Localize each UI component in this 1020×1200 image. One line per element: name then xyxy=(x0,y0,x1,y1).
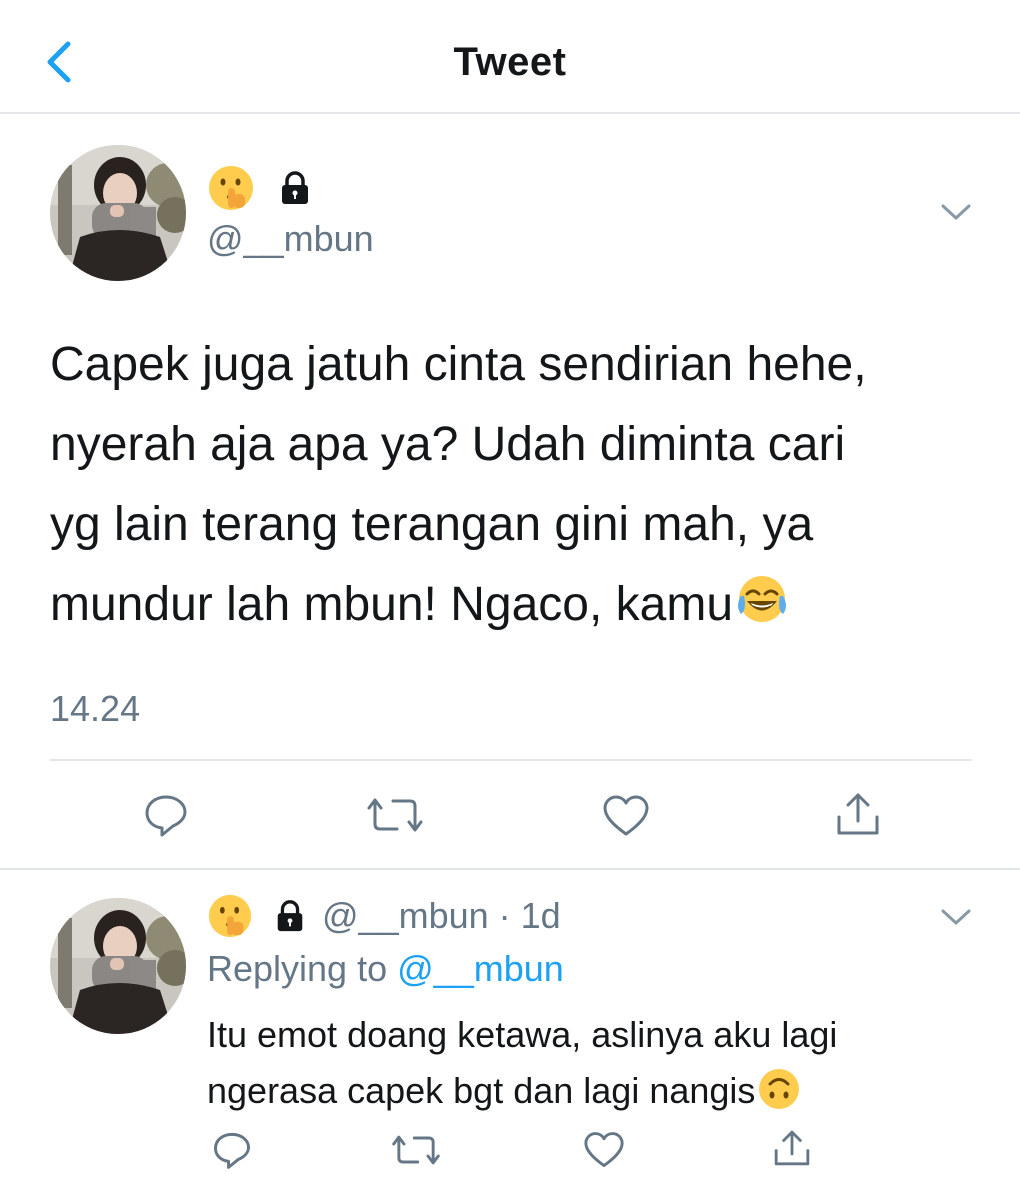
shushing-face-emoji xyxy=(209,166,253,210)
reply-share-button[interactable] xyxy=(772,1128,812,1173)
replying-to: Replying to @__mbun xyxy=(207,948,564,990)
tweet-text-line: Capek juga jatuh cinta sendirian hehe, xyxy=(50,338,867,391)
laughing-crying-face-emoji xyxy=(735,571,789,651)
reply-text-line-last: ngerasa capek bgt dan lagi nangis xyxy=(207,1063,997,1127)
reply-text-line: Itu emot doang ketawa, aslinya aku lagi xyxy=(207,1014,838,1055)
reply-display-name xyxy=(207,893,307,939)
replying-to-label: Replying to xyxy=(207,948,388,989)
reply-button[interactable] xyxy=(143,792,189,843)
reply-icon xyxy=(145,795,187,837)
reply-options-button[interactable] xyxy=(940,905,972,934)
reply-reply-button[interactable] xyxy=(212,1130,252,1175)
retweet-icon xyxy=(367,798,423,832)
tweet-text: Capek juga jatuh cinta sendirian hehe, n… xyxy=(50,325,990,651)
lock-icon xyxy=(282,171,308,204)
share-button[interactable] xyxy=(834,790,882,843)
tweet-options-button[interactable] xyxy=(940,200,972,229)
top-nav-bar: Tweet xyxy=(0,0,1020,114)
display-name xyxy=(207,164,313,212)
divider xyxy=(50,759,972,761)
reply-retweet-button[interactable] xyxy=(392,1132,440,1173)
lock-icon xyxy=(277,900,303,932)
tweet-timestamp[interactable]: 14.24 xyxy=(50,688,140,730)
shushing-face-emoji xyxy=(208,894,252,938)
heart-icon xyxy=(603,795,649,836)
reply-handle-and-time[interactable]: @__mbun · 1d xyxy=(322,895,561,937)
tweet-text-line: mundur lah mbun! Ngaco, kamu xyxy=(50,578,734,631)
section-divider xyxy=(0,868,1020,870)
replying-to-mention[interactable]: @__mbun xyxy=(397,948,564,989)
retweet-icon xyxy=(392,1135,440,1165)
upside-down-face-emoji xyxy=(757,1067,801,1127)
share-icon xyxy=(837,793,879,835)
reply-avatar[interactable] xyxy=(50,898,186,1034)
tweet-text-line: nyerah aja apa ya? Udah diminta cari xyxy=(50,418,846,471)
reply-text: Itu emot doang ketawa, aslinya aku lagi … xyxy=(207,1007,997,1127)
tweet-text-line-last: mundur lah mbun! Ngaco, kamu xyxy=(50,565,990,651)
like-button[interactable] xyxy=(602,794,650,843)
reply-text-line: ngerasa capek bgt dan lagi nangis xyxy=(207,1070,756,1111)
heart-icon xyxy=(584,1132,624,1168)
tweet-author-handle[interactable]: @__mbun xyxy=(207,218,374,260)
chevron-down-icon xyxy=(941,204,971,220)
reply-like-button[interactable] xyxy=(583,1131,625,1174)
share-icon xyxy=(774,1130,810,1166)
retweet-button[interactable] xyxy=(367,794,423,841)
page-title: Tweet xyxy=(453,40,567,84)
chevron-down-icon xyxy=(941,909,971,925)
tweet-text-line: yg lain terang terangan gini mah, ya xyxy=(50,498,814,551)
reply-icon xyxy=(214,1132,250,1169)
avatar[interactable] xyxy=(50,145,186,281)
